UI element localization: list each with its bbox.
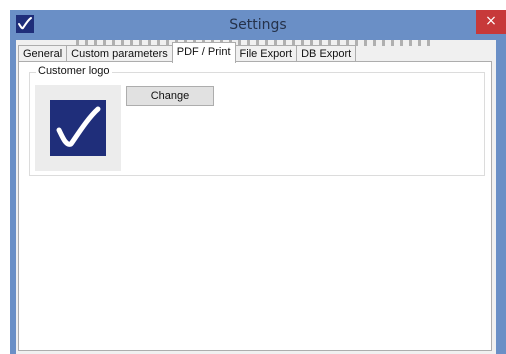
tab-custom-parameters[interactable]: Custom parameters — [66, 45, 173, 62]
settings-window: Settings × General Custom parameters PDF… — [10, 10, 506, 354]
tab-pdf-print[interactable]: PDF / Print — [171, 42, 236, 63]
app-logo-icon — [16, 15, 34, 33]
close-button[interactable]: × — [476, 10, 506, 34]
tab-file-export[interactable]: File Export — [234, 45, 298, 62]
close-icon: × — [485, 13, 497, 29]
pdf-print-panel: Customer logo Change — [18, 61, 492, 351]
customer-logo-preview — [35, 85, 121, 171]
window-title: Settings — [229, 17, 287, 33]
change-logo-button[interactable]: Change — [126, 86, 214, 106]
title-bar[interactable]: Settings × — [10, 10, 506, 40]
tab-general[interactable]: General — [18, 45, 68, 62]
tab-db-export[interactable]: DB Export — [296, 45, 357, 62]
customer-logo-group: Customer logo Change — [29, 65, 485, 176]
dialog-client-area: General Custom parameters PDF / Print Fi… — [16, 40, 496, 354]
customer-logo-label: Customer logo — [36, 65, 112, 77]
tab-strip: General Custom parameters PDF / Print Fi… — [18, 42, 357, 63]
checkmark-logo-icon — [50, 100, 106, 156]
